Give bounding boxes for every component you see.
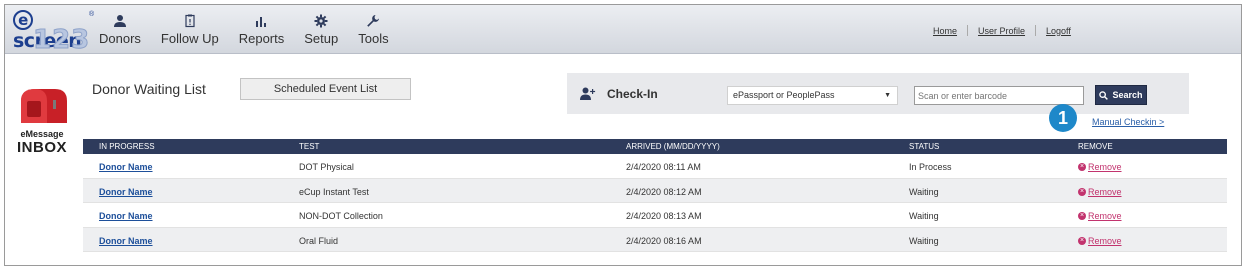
wrench-icon: [367, 15, 380, 27]
arrived-cell: 2/4/2020 08:11 AM: [626, 162, 701, 172]
select-value: ePassport or PeoplePass: [733, 90, 835, 100]
table-row: Donor Name eCup Instant Test 2/4/2020 08…: [83, 178, 1227, 203]
emessage-inbox[interactable]: eMessage INBOX: [12, 87, 72, 159]
escreen-logo[interactable]: escreen ® 123: [13, 8, 95, 56]
scheduled-event-list-button[interactable]: Scheduled Event List: [240, 78, 411, 100]
main-nav: Donors Follow Up Reports Setup Tools: [99, 5, 409, 54]
status-cell: Waiting: [909, 211, 939, 221]
divider: [1035, 25, 1037, 36]
nav-label: Follow Up: [160, 31, 219, 46]
add-person-icon: [580, 87, 596, 100]
remove-icon: ×: [1078, 236, 1086, 245]
nav-setup[interactable]: Setup: [304, 5, 338, 54]
app-frame: escreen ® 123 Donors Follow Up Reports S…: [4, 4, 1242, 266]
donor-name-link[interactable]: Donor Name: [99, 236, 153, 246]
table-row: Donor Name DOT Physical 2/4/2020 08:11 A…: [83, 154, 1227, 179]
arrived-cell: 2/4/2020 08:12 AM: [626, 186, 702, 197]
donor-waiting-table: IN PROGRESS TEST ARRIVED (MM/DD/YYYY) ST…: [83, 139, 1227, 252]
remove-link[interactable]: × Remove: [1078, 211, 1122, 221]
inbox-line2: INBOX: [16, 139, 67, 156]
bar-chart-icon: [256, 17, 267, 27]
table-header: IN PROGRESS TEST ARRIVED (MM/DD/YYYY) ST…: [83, 139, 1227, 154]
remove-label: Remove: [1088, 235, 1122, 246]
column-header: ARRIVED (MM/DD/YYYY): [626, 142, 720, 151]
checkin-panel: Check-In ePassport or PeoplePass ▼ Searc…: [567, 73, 1189, 114]
barcode-input[interactable]: [914, 86, 1084, 105]
person-icon: [113, 15, 126, 27]
nav-label: Setup: [304, 31, 339, 46]
remove-link[interactable]: × Remove: [1078, 162, 1122, 172]
arrived-cell: 2/4/2020 08:16 AM: [626, 235, 702, 246]
remove-icon: ×: [1078, 163, 1086, 171]
logo-e: e: [13, 10, 33, 30]
nav-label: Reports: [238, 31, 285, 46]
status-cell: Waiting: [909, 186, 939, 197]
nav-label: Tools: [358, 31, 389, 46]
clipboard-icon: [185, 14, 195, 28]
table-row: Donor Name NON-DOT Collection 2/4/2020 0…: [83, 203, 1227, 228]
checkin-type-select[interactable]: ePassport or PeoplePass ▼: [727, 86, 898, 105]
column-header: REMOVE: [1078, 142, 1113, 151]
nav-donors[interactable]: Donors: [99, 5, 141, 54]
column-header: TEST: [299, 142, 320, 151]
home-link[interactable]: Home: [933, 26, 957, 36]
manual-checkin-link[interactable]: Manual Checkin >: [1092, 117, 1164, 127]
search-icon: [1099, 90, 1109, 100]
status-cell: Waiting: [909, 235, 939, 246]
test-cell: Oral Fluid: [299, 235, 339, 246]
nav-follow-up[interactable]: Follow Up: [161, 5, 219, 54]
user-profile-link[interactable]: User Profile: [978, 26, 1025, 36]
logo-number: 123: [32, 25, 91, 56]
test-cell: DOT Physical: [299, 162, 354, 172]
remove-label: Remove: [1088, 162, 1122, 172]
remove-label: Remove: [1088, 211, 1122, 221]
nav-tools[interactable]: Tools: [358, 5, 389, 54]
search-label: Search: [1112, 90, 1143, 100]
remove-link[interactable]: × Remove: [1078, 236, 1122, 246]
chevron-down-icon: ▼: [884, 92, 891, 99]
donor-name-link[interactable]: Donor Name: [99, 162, 153, 172]
test-cell: NON-DOT Collection: [299, 211, 383, 221]
remove-link[interactable]: × Remove: [1078, 187, 1122, 197]
mailbox-icon: [21, 89, 67, 123]
donor-name-link[interactable]: Donor Name: [99, 187, 153, 197]
gear-icon: [314, 14, 328, 28]
checkin-label: Check-In: [607, 87, 658, 101]
arrived-cell: 2/4/2020 08:13 AM: [626, 211, 702, 221]
column-header: IN PROGRESS: [99, 142, 155, 151]
donor-name-link[interactable]: Donor Name: [99, 211, 153, 221]
remove-label: Remove: [1088, 186, 1122, 197]
divider: [967, 25, 969, 36]
nav-label: Donors: [99, 31, 141, 46]
nav-reports[interactable]: Reports: [238, 5, 285, 54]
remove-icon: ×: [1078, 187, 1086, 196]
page-title: Donor Waiting List: [92, 81, 206, 97]
logoff-link[interactable]: Logoff: [1046, 26, 1071, 36]
table-row: Donor Name Oral Fluid 2/4/2020 08:16 AM …: [83, 227, 1227, 252]
inbox-line1: eMessage: [20, 129, 64, 139]
test-cell: eCup Instant Test: [299, 186, 369, 197]
status-cell: In Process: [909, 162, 952, 172]
column-header: STATUS: [909, 142, 940, 151]
top-links: Home User Profile Logoff: [933, 25, 1071, 36]
logo-registered-mark: ®: [89, 11, 95, 18]
search-button[interactable]: Search: [1095, 85, 1147, 105]
remove-icon: ×: [1078, 212, 1086, 220]
top-bar: escreen ® 123 Donors Follow Up Reports S…: [5, 5, 1241, 56]
callout-badge: 1: [1049, 104, 1077, 132]
